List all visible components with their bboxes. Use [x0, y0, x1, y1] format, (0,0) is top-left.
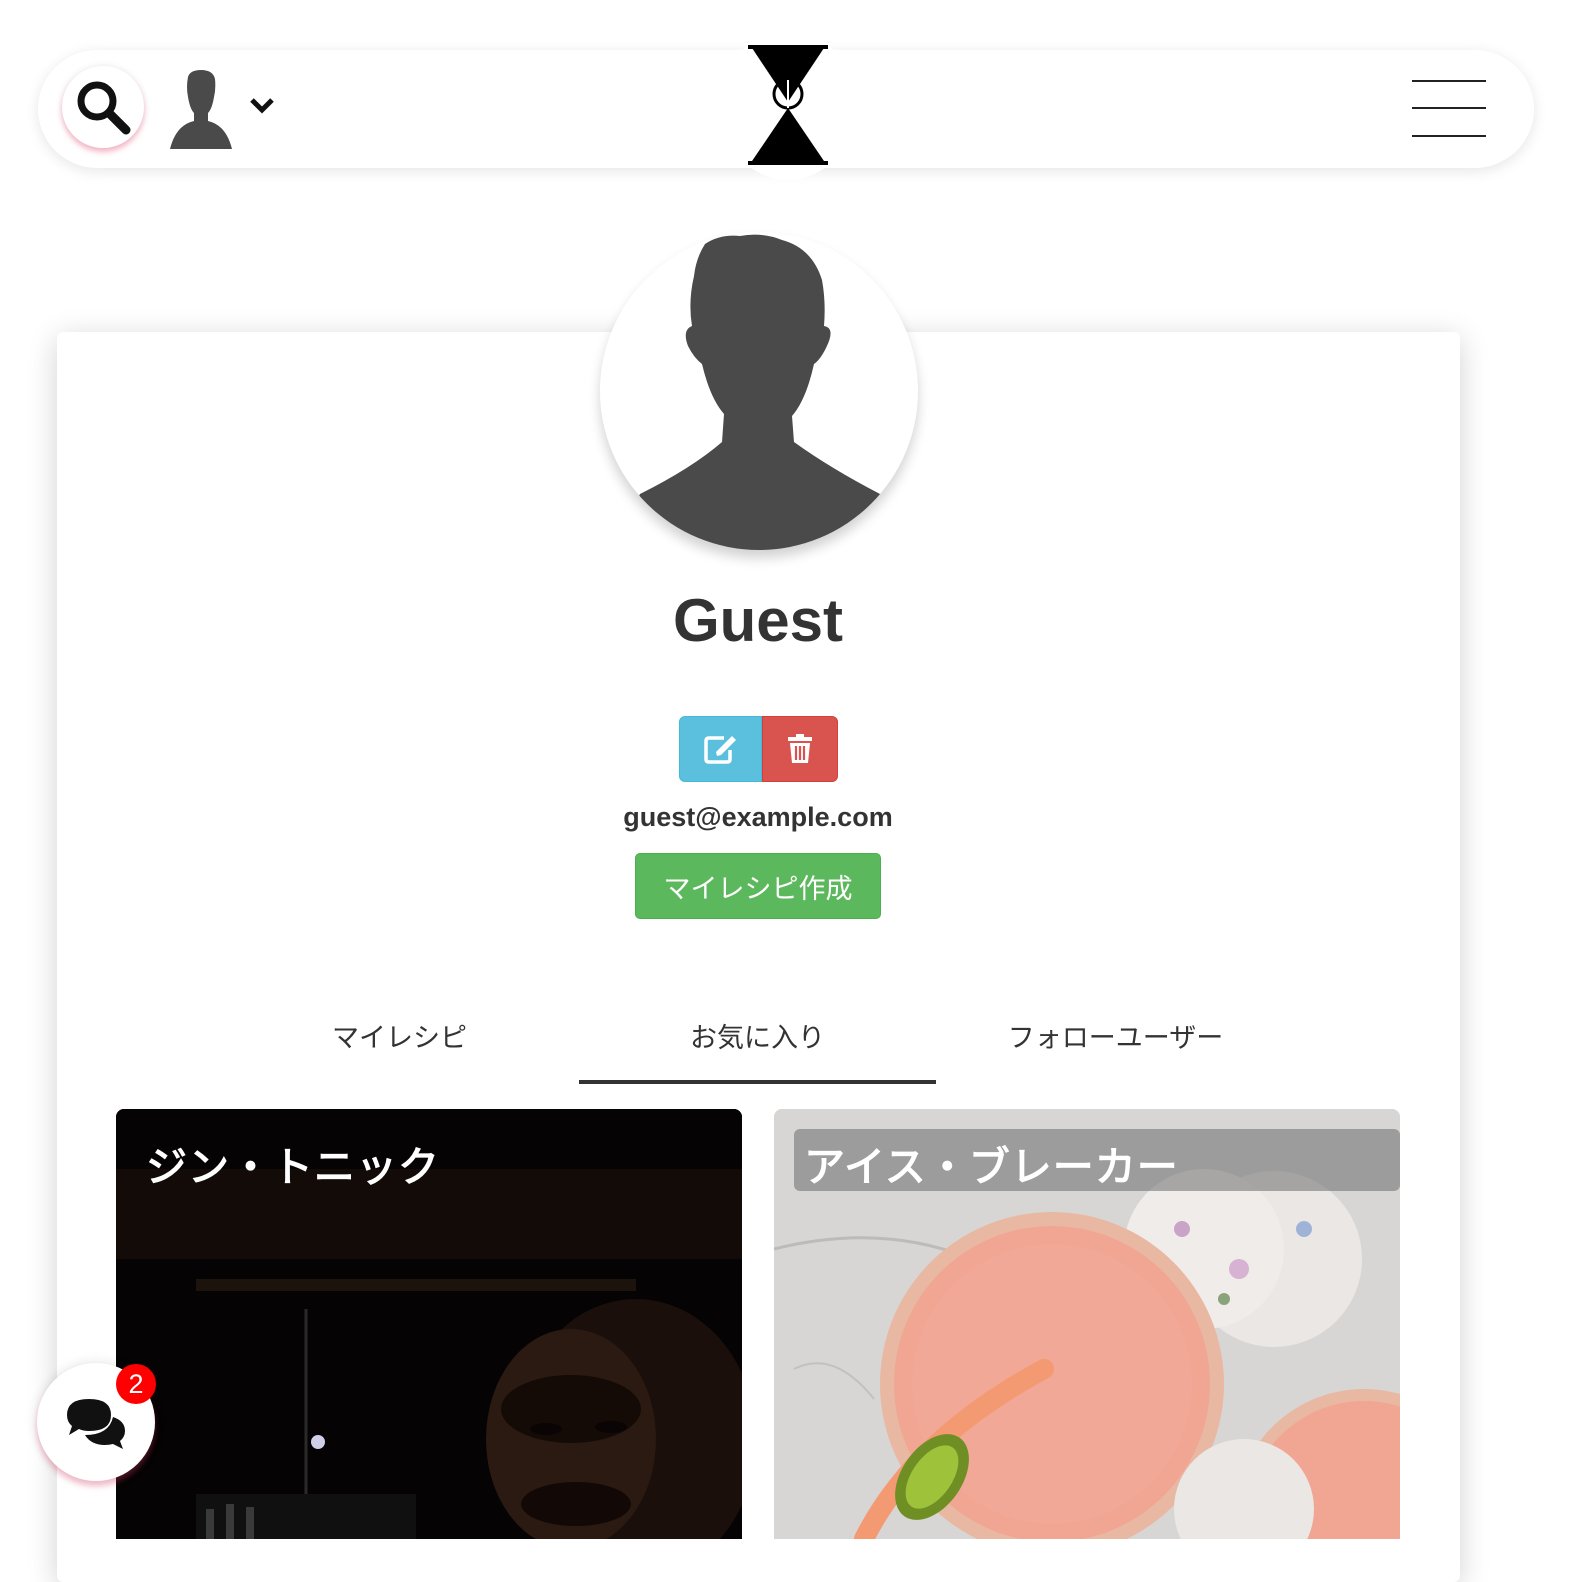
profile-username: Guest	[672, 587, 844, 654]
tab-following-users[interactable]: フォローユーザー	[937, 1012, 1294, 1080]
recipe-title: アイス・ブレーカー	[804, 1144, 1179, 1190]
delete-profile-button[interactable]	[762, 716, 838, 782]
profile-avatar	[600, 232, 918, 550]
hamburger-menu-button[interactable]	[1412, 78, 1488, 138]
user-silhouette-icon	[618, 234, 900, 550]
trash-icon	[788, 734, 812, 763]
edit-icon	[703, 736, 736, 764]
hamburger-line	[1412, 80, 1486, 82]
hourglass-logo	[748, 45, 828, 165]
tab-favorites[interactable]: お気に入り	[579, 1012, 936, 1084]
create-recipe-button[interactable]: マイレシピ作成	[635, 853, 881, 919]
recipe-card[interactable]: アイス・ブレーカー	[774, 1109, 1400, 1539]
user-menu-toggle[interactable]	[168, 68, 276, 152]
tab-my-recipes[interactable]: マイレシピ	[221, 1012, 578, 1080]
chat-unread-badge: 2	[116, 1364, 156, 1404]
chevron-down-icon	[250, 98, 274, 114]
profile-email: guest@example.com	[623, 802, 893, 832]
search-button[interactable]	[62, 66, 144, 148]
hamburger-line	[1412, 107, 1486, 109]
user-silhouette-icon	[170, 70, 232, 149]
hamburger-line	[1412, 135, 1486, 137]
search-icon	[77, 81, 131, 135]
edit-profile-button[interactable]	[679, 716, 762, 782]
site-logo[interactable]	[726, 30, 850, 180]
recipe-title: ジン・トニック	[146, 1144, 440, 1190]
recipe-card[interactable]: ジン・トニック	[116, 1109, 742, 1539]
chat-bubbles-icon	[67, 1399, 125, 1449]
